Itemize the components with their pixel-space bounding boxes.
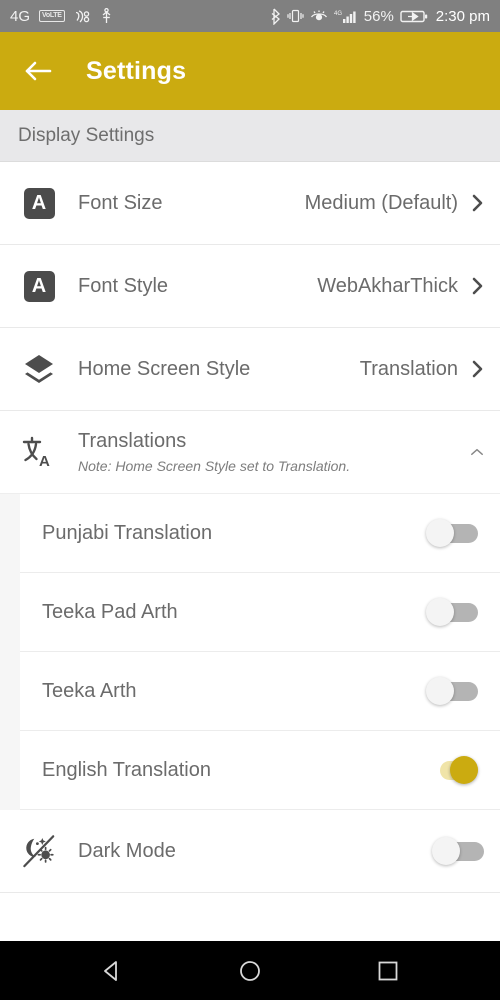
settings-list: A Font Size Medium (Default) A Font Styl…	[0, 162, 500, 938]
nav-home-circle-icon[interactable]	[235, 956, 265, 986]
bluetooth-icon	[270, 8, 281, 25]
eye-care-icon	[310, 9, 328, 23]
toggle-teeka-pad-arth[interactable]	[422, 595, 478, 629]
settings-row-value: WebAkharThick	[317, 274, 458, 297]
settings-subrow-english-translation[interactable]: English Translation	[20, 731, 500, 810]
signal-4g-icon: 4G	[334, 8, 358, 24]
toggle-english-translation[interactable]	[422, 753, 478, 787]
chevron-right-icon	[470, 275, 484, 297]
network-type-label: 4G	[10, 7, 31, 25]
settings-row-label: Font Style	[78, 274, 169, 297]
settings-group-translations-body: Punjabi Translation Teeka Pad Arth Teeka…	[0, 494, 500, 810]
toggle-knob	[426, 598, 454, 626]
settings-row-font-size[interactable]: A Font Size Medium (Default)	[0, 162, 500, 245]
battery-charging-icon	[400, 9, 428, 24]
toggle-knob	[450, 756, 478, 784]
settings-row-label: Dark Mode	[78, 839, 176, 862]
settings-subrow-label: Teeka Pad Arth	[42, 600, 178, 623]
volte-badge: VoLTE	[39, 10, 65, 22]
chevron-right-icon	[470, 192, 484, 214]
font-size-icon: A	[22, 186, 56, 220]
nav-recents-square-icon[interactable]	[373, 956, 403, 986]
settings-subrow-teeka-arth[interactable]: Teeka Arth	[20, 652, 500, 731]
svg-text:A: A	[39, 453, 50, 468]
phone-screen: 4G VoLTE 4G 56% 2:30 pm Settings Display…	[0, 0, 500, 1000]
nfc-icon	[74, 9, 91, 24]
android-nav-bar	[0, 938, 500, 1000]
status-bar-left: 4G VoLTE	[10, 8, 113, 25]
status-bar-right: 4G 56% 2:30 pm	[270, 8, 490, 25]
settings-row-label: Home Screen Style	[78, 357, 251, 380]
font-style-icon-letter: A	[31, 274, 47, 297]
toggle-knob	[426, 519, 454, 547]
settings-row-label: Font Size	[78, 191, 163, 214]
toggle-teeka-arth[interactable]	[422, 674, 478, 708]
settings-row-dark-mode[interactable]: Dark Mode	[0, 810, 500, 893]
section-header-display-settings: Display Settings	[0, 110, 500, 162]
nav-back-triangle-icon[interactable]	[97, 956, 127, 986]
settings-group-title: Translations	[78, 430, 187, 452]
chevron-right-icon	[470, 358, 484, 380]
settings-row-value: Medium (Default)	[304, 191, 458, 214]
settings-subrow-label: English Translation	[42, 758, 211, 781]
settings-subrow-label: Teeka Arth	[42, 679, 137, 702]
chevron-up-icon[interactable]	[470, 441, 484, 463]
settings-group-translations-header[interactable]: A Translations Note: Home Screen Style s…	[0, 411, 500, 494]
vibrate-icon	[287, 8, 304, 24]
toggle-dark-mode[interactable]	[428, 834, 484, 868]
settings-group-text: Translations Note: Home Screen Style set…	[78, 428, 470, 476]
page-title: Settings	[86, 56, 187, 85]
settings-row-home-screen-style[interactable]: Home Screen Style Translation	[0, 328, 500, 411]
night-mode-icon	[22, 834, 56, 868]
settings-subrow-teeka-pad-arth[interactable]: Teeka Pad Arth	[20, 573, 500, 652]
settings-subrow-punjabi-translation[interactable]: Punjabi Translation	[20, 494, 500, 573]
arrow-back-icon[interactable]	[24, 57, 52, 85]
settings-subrow-label: Punjabi Translation	[42, 521, 213, 544]
status-bar: 4G VoLTE 4G 56% 2:30 pm	[0, 0, 500, 32]
clock-label: 2:30 pm	[435, 7, 490, 25]
font-size-icon-letter: A	[31, 191, 47, 214]
settings-group-note: Note: Home Screen Style set to Translati…	[78, 458, 351, 474]
toggle-knob	[432, 837, 460, 865]
font-style-icon: A	[22, 269, 56, 303]
translate-icon: A	[22, 435, 56, 469]
toggle-punjabi-translation[interactable]	[422, 516, 478, 550]
settings-row-value: Translation	[359, 357, 458, 380]
settings-row-font-style[interactable]: A Font Style WebAkharThick	[0, 245, 500, 328]
toggle-knob	[426, 677, 454, 705]
usb-icon	[100, 8, 113, 24]
layers-icon	[22, 352, 56, 386]
battery-percent-label: 56%	[363, 7, 394, 25]
svg-text:4G: 4G	[334, 11, 342, 17]
app-bar: Settings	[0, 32, 500, 110]
